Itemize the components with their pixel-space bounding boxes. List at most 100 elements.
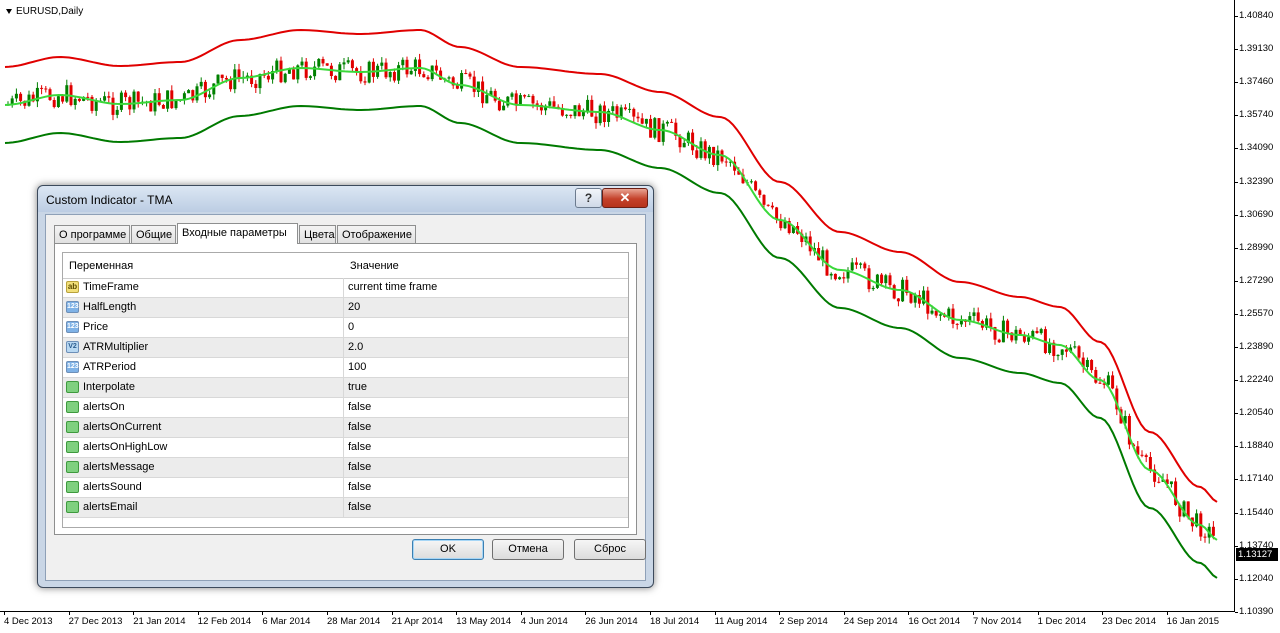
- candle-body: [1035, 331, 1039, 333]
- candle-body: [863, 263, 867, 269]
- parameter-row[interactable]: alertsOnHighLow false: [63, 438, 628, 458]
- boolean-type-icon: [66, 441, 79, 453]
- time-axis[interactable]: 4 Dec 2013 27 Dec 2013 21 Jan 2014 12 Feb 2…: [0, 612, 1235, 633]
- candle-body: [304, 61, 308, 78]
- parameter-value[interactable]: false: [348, 421, 371, 433]
- candle-body: [342, 62, 346, 65]
- parameter-value[interactable]: false: [348, 461, 371, 473]
- tab-about[interactable]: О программе: [54, 225, 130, 243]
- grid-header: Переменная Значение: [63, 253, 628, 279]
- time-tick-label: 12 Feb 2014: [197, 612, 252, 627]
- candle-body: [191, 90, 195, 101]
- parameter-row[interactable]: alertsOnCurrent false: [63, 418, 628, 438]
- close-button[interactable]: ✕: [602, 188, 648, 208]
- parameter-value[interactable]: false: [348, 401, 371, 413]
- candle-body: [292, 69, 296, 80]
- parameter-row[interactable]: Interpolate true: [63, 378, 628, 398]
- candle-body: [653, 118, 657, 138]
- candle-body: [61, 96, 65, 102]
- column-separator: [343, 458, 344, 477]
- candle-body: [909, 293, 913, 303]
- candle-body: [287, 69, 291, 74]
- help-button[interactable]: ?: [575, 188, 602, 208]
- parameter-value[interactable]: 100: [348, 361, 366, 373]
- candle-body: [40, 87, 44, 89]
- candle-body: [321, 59, 325, 64]
- reset-button[interactable]: Сброс: [574, 539, 646, 560]
- tab-visualization[interactable]: Отображение: [337, 225, 416, 243]
- time-tick-label: 28 Mar 2014: [327, 612, 381, 627]
- column-separator: [343, 358, 344, 377]
- parameter-row[interactable]: 123 ATRPeriod 100: [63, 358, 628, 378]
- tab-colors[interactable]: Цвета: [299, 225, 336, 243]
- candle-body: [455, 85, 459, 89]
- candle-body: [485, 95, 489, 104]
- parameter-row[interactable]: 123 Price 0: [63, 318, 628, 338]
- candle-body: [976, 312, 980, 321]
- parameter-value[interactable]: false: [348, 441, 371, 453]
- ok-button[interactable]: OK: [412, 539, 484, 560]
- candle-body: [611, 106, 615, 111]
- candle-body: [208, 94, 212, 98]
- boolean-type-icon: [66, 401, 79, 413]
- column-separator: [343, 318, 344, 337]
- candle-body: [418, 59, 422, 75]
- tab-common[interactable]: Общие: [131, 225, 176, 243]
- candle-body: [842, 277, 846, 279]
- dialog-titlebar[interactable]: Custom Indicator - TMA ? ✕: [38, 186, 653, 212]
- candle-body: [1073, 346, 1077, 348]
- parameter-row[interactable]: alertsSound false: [63, 478, 628, 498]
- parameter-value[interactable]: false: [348, 481, 371, 493]
- candle-body: [884, 275, 888, 284]
- price-axis[interactable]: 1.40840 1.39130 1.37460 1.35740 1.34090 1.323…: [1234, 0, 1280, 617]
- tab-inputs[interactable]: Входные параметры: [177, 223, 298, 244]
- candle-body: [409, 70, 413, 75]
- custom-indicator-dialog: Custom Indicator - TMA ? ✕ О программе О…: [37, 185, 654, 588]
- parameter-row[interactable]: 123 HalfLength 20: [63, 298, 628, 318]
- candle-body: [187, 90, 191, 94]
- price-tick-label: 1.32390: [1234, 175, 1274, 187]
- candle-body: [594, 116, 598, 124]
- time-tick-label: 2 Sep 2014: [779, 612, 828, 627]
- parameter-row[interactable]: ab TimeFrame current time frame: [63, 278, 628, 298]
- candle-body: [896, 298, 900, 302]
- parameter-row[interactable]: alertsEmail false: [63, 498, 628, 518]
- candle-body: [938, 314, 942, 316]
- cancel-button[interactable]: Отмена: [492, 539, 564, 560]
- parameter-row[interactable]: V2 ATRMultiplier 2.0: [63, 338, 628, 358]
- parameter-value[interactable]: 20: [348, 301, 360, 313]
- candle-body: [997, 339, 1001, 343]
- column-separator: [343, 418, 344, 437]
- candle-body: [413, 59, 417, 71]
- parameters-grid[interactable]: Переменная Значение ab TimeFrame current t…: [62, 252, 629, 528]
- parameter-value[interactable]: false: [348, 501, 371, 513]
- candle-body: [224, 78, 228, 80]
- candle-body: [132, 91, 136, 110]
- price-tick-label: 1.34090: [1234, 142, 1274, 154]
- parameter-value[interactable]: current time frame: [348, 281, 437, 293]
- parameter-name: Interpolate: [83, 381, 135, 393]
- candle-body: [569, 114, 573, 116]
- symbol-label: EURUSD,Daily: [16, 6, 84, 17]
- time-tick-label: 23 Dec 2014: [1102, 612, 1157, 627]
- column-header-value[interactable]: Значение: [350, 260, 399, 272]
- column-header-variable[interactable]: Переменная: [69, 260, 133, 272]
- candle-body: [502, 105, 506, 111]
- candle-body: [397, 65, 401, 81]
- parameter-value[interactable]: 0: [348, 321, 354, 333]
- candle-body: [426, 77, 430, 80]
- integer-type-icon: 123: [66, 321, 79, 333]
- parameter-row[interactable]: alertsMessage false: [63, 458, 628, 478]
- candle-body: [119, 92, 123, 110]
- price-tick-label: 1.18840: [1234, 440, 1274, 452]
- parameter-value[interactable]: 2.0: [348, 341, 363, 353]
- candle-body: [888, 275, 892, 286]
- candle-body: [44, 88, 48, 90]
- parameter-value[interactable]: true: [348, 381, 367, 393]
- price-tick-label: 1.12040: [1234, 572, 1274, 584]
- column-separator: [343, 378, 344, 397]
- candle-body: [447, 77, 451, 79]
- parameter-row[interactable]: alertsOn false: [63, 398, 628, 418]
- candle-body: [586, 99, 590, 112]
- boolean-type-icon: [66, 461, 79, 473]
